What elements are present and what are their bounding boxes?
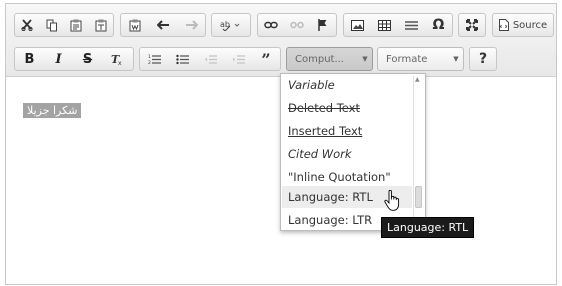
style-item-deleted-text[interactable]: Deleted Text — [288, 101, 360, 115]
source-group: Source — [492, 13, 554, 37]
unlink-icon[interactable] — [284, 14, 310, 36]
scrollbar-thumb[interactable] — [415, 186, 422, 208]
styles-combo-value: Comput... — [295, 53, 344, 65]
cut-icon[interactable] — [15, 14, 40, 36]
tooltip: Language: RTL — [381, 217, 475, 238]
paste-from-word-icon[interactable] — [121, 14, 149, 36]
special-char-omega-icon[interactable]: Ω — [425, 14, 452, 36]
blockquote-icon[interactable]: ” — [252, 48, 280, 70]
bulleted-list-icon[interactable] — [168, 48, 196, 70]
chevron-down-icon: ▼ — [362, 55, 368, 63]
source-button[interactable]: Source — [493, 14, 553, 36]
style-item-language-rtl-label: Language: RTL — [288, 190, 373, 204]
selected-rtl-text: شكرا جزيلا — [23, 103, 82, 118]
style-item-inserted-text[interactable]: Inserted Text — [288, 124, 362, 138]
increase-indent-icon[interactable] — [224, 48, 252, 70]
svg-text:2: 2 — [148, 60, 151, 65]
maximize-icon[interactable] — [459, 14, 485, 36]
style-item-cited-work[interactable]: Cited Work — [288, 147, 352, 161]
styles-combo[interactable]: Comput... ▼ — [286, 47, 373, 71]
basicstyles-group: B I S Tx — [14, 47, 134, 71]
paste-icon[interactable] — [64, 14, 89, 36]
editor-toolbar: ab Ω Source B I S T x 1 2 ” Comput... ▼ … — [6, 4, 556, 77]
format-combo[interactable]: Formate ▼ — [377, 47, 464, 71]
paste-as-text-icon[interactable] — [89, 14, 114, 36]
svg-text:x: x — [118, 60, 122, 66]
link-icon[interactable] — [258, 14, 284, 36]
undo-icon[interactable] — [149, 14, 177, 36]
style-item-inline-quotation[interactable]: "Inline Quotation" — [288, 170, 391, 184]
svg-text:1: 1 — [148, 54, 151, 60]
source-label: Source — [512, 19, 548, 31]
remove-format-icon[interactable]: Tx — [102, 48, 131, 70]
italic-icon[interactable]: I — [44, 48, 73, 70]
clipboard-group — [14, 13, 114, 37]
help-group: ? — [469, 47, 497, 71]
maximize-group — [458, 13, 486, 37]
help-button[interactable]: ? — [470, 48, 496, 70]
hand-pointer-cursor-icon — [384, 189, 400, 216]
paragraph-group: 12 ” — [139, 47, 281, 71]
strikethrough-icon[interactable]: S — [73, 48, 102, 70]
table-icon[interactable] — [371, 14, 398, 36]
source-doc-icon — [498, 19, 509, 31]
decrease-indent-icon[interactable] — [196, 48, 224, 70]
bold-icon[interactable]: B — [15, 48, 44, 70]
dropdown-scrollbar[interactable]: ▲ — [413, 76, 423, 228]
scroll-up-arrow-icon[interactable]: ▲ — [415, 76, 420, 83]
insert-group: Ω — [343, 13, 453, 37]
redo-icon[interactable] — [177, 14, 205, 36]
spellcheck-group: ab — [211, 13, 251, 37]
undo-group — [120, 13, 206, 37]
image-icon[interactable] — [344, 14, 371, 36]
anchor-flag-icon[interactable] — [310, 14, 336, 36]
copy-icon[interactable] — [40, 14, 65, 36]
style-item-language-ltr[interactable]: Language: LTR — [288, 213, 372, 227]
numbered-list-icon[interactable]: 12 — [140, 48, 168, 70]
spellcheck-icon[interactable]: ab — [212, 14, 250, 36]
horizontal-line-icon[interactable] — [398, 14, 425, 36]
format-combo-value: Formate — [386, 53, 428, 65]
styles-dropdown-panel: Variable Deleted Text Inserted Text Cite… — [280, 73, 426, 231]
link-group — [257, 13, 337, 37]
style-item-variable[interactable]: Variable — [288, 78, 335, 92]
chevron-down-icon: ▼ — [453, 55, 459, 63]
